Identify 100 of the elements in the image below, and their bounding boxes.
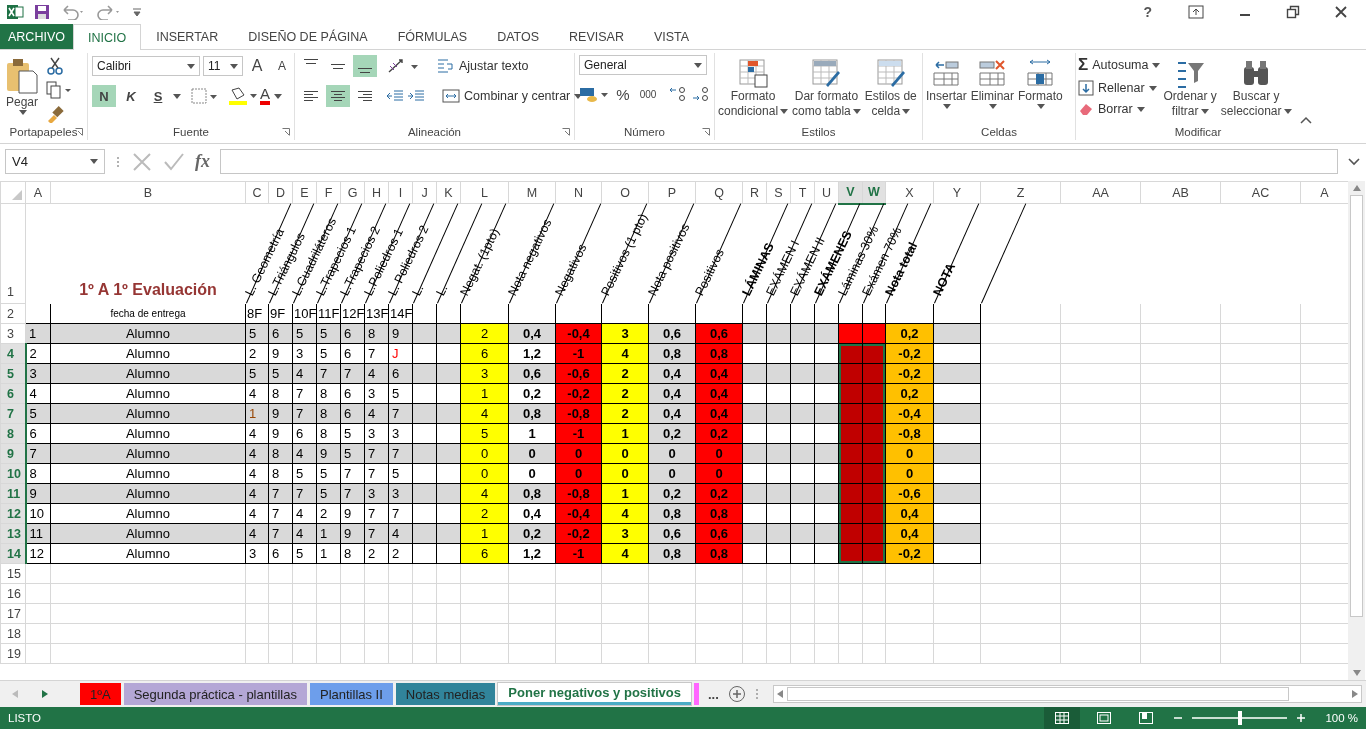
styles-button[interactable]: Formato condicional <box>717 55 790 121</box>
cells-button[interactable]: Eliminar <box>969 55 1016 111</box>
new-sheet-icon[interactable] <box>727 685 746 703</box>
ribbon-tab[interactable]: REVISAR <box>554 24 639 49</box>
column-header[interactable]: Q <box>695 181 743 204</box>
row-header[interactable]: 14 <box>0 543 26 564</box>
dialog-launcher-icon[interactable] <box>75 128 83 136</box>
row-header[interactable]: 16 <box>0 583 26 604</box>
font-style-button[interactable]: S <box>146 85 170 107</box>
column-header[interactable]: A <box>25 181 51 204</box>
customize-caret-icon[interactable] <box>132 6 142 18</box>
expand-formula-icon[interactable] <box>1348 157 1360 166</box>
save-icon[interactable] <box>34 4 50 20</box>
editing-button[interactable]: Borrar <box>1078 101 1161 117</box>
shrink-font-button[interactable]: A <box>271 55 293 77</box>
dialog-launcher-icon[interactable] <box>702 128 710 136</box>
wrap-text-button[interactable]: Ajustar texto <box>437 58 529 74</box>
format-painter-icon[interactable] <box>46 105 64 123</box>
horizontal-align-button[interactable] <box>326 85 350 107</box>
font-size-dropdown[interactable]: 11 <box>203 56 243 76</box>
row-header[interactable]: 5 <box>0 363 26 384</box>
name-box[interactable]: V4 <box>5 149 105 174</box>
row-header[interactable]: 4 <box>0 343 26 364</box>
sheet-tab[interactable]: 1ºA <box>80 683 121 705</box>
row-header[interactable]: 10 <box>0 463 26 484</box>
column-header[interactable]: I <box>388 181 413 204</box>
row-header[interactable]: 8 <box>0 423 26 444</box>
ribbon-tab[interactable]: DATOS <box>482 24 555 49</box>
font-style-button[interactable]: K <box>119 85 143 107</box>
vertical-scrollbar[interactable] <box>1348 181 1365 680</box>
column-header[interactable]: A <box>1300 181 1348 204</box>
horizontal-scrollbar[interactable] <box>772 685 1362 703</box>
sheet-tab[interactable]: Segunda práctica - plantillas <box>123 683 307 705</box>
column-header[interactable]: M <box>508 181 556 204</box>
undo-icon[interactable] <box>60 4 86 20</box>
borders-icon[interactable] <box>190 87 218 105</box>
font-color-button[interactable]: A <box>260 85 282 107</box>
column-header[interactable]: D <box>268 181 293 204</box>
enter-check-icon[interactable] <box>163 151 185 172</box>
decrease-decimal-icon[interactable] <box>691 85 711 103</box>
column-header[interactable]: X <box>885 181 934 204</box>
column-header[interactable]: W <box>862 181 886 204</box>
column-header[interactable]: P <box>648 181 696 204</box>
scroll-up-icon[interactable] <box>1352 185 1361 191</box>
font-style-button[interactable]: N <box>92 85 116 107</box>
sheet-tab[interactable]: Plantillas II <box>310 683 393 705</box>
paste-button[interactable]: Pegar <box>4 55 40 117</box>
restore-icon[interactable] <box>1286 5 1300 19</box>
more-sheets-button[interactable]: ... <box>702 683 725 705</box>
row-header[interactable]: 18 <box>0 623 26 644</box>
dialog-launcher-icon[interactable] <box>562 128 570 136</box>
cut-icon[interactable] <box>46 57 64 75</box>
cells-button[interactable]: Insertar <box>925 55 968 111</box>
insert-function-button[interactable]: fx <box>195 151 210 172</box>
row-header[interactable]: 7 <box>0 403 26 424</box>
row-header[interactable]: 12 <box>0 503 26 524</box>
column-header[interactable]: H <box>364 181 389 204</box>
increase-decimal-icon[interactable] <box>668 85 688 103</box>
currency-icon[interactable] <box>579 85 609 103</box>
ribbon-tab[interactable]: INSERTAR <box>141 24 234 49</box>
ribbon-display-icon[interactable] <box>1188 5 1204 19</box>
ribbon-tab[interactable]: INICIO <box>72 24 142 50</box>
scroll-right-icon[interactable] <box>1352 690 1358 698</box>
thousands-button[interactable]: 000 <box>637 83 659 105</box>
copy-icon[interactable] <box>46 81 72 99</box>
editing-big-button[interactable]: Ordenar y filtrar <box>1162 55 1218 121</box>
editing-button[interactable]: Σ Autosuma <box>1078 55 1161 75</box>
row-header[interactable]: 11 <box>0 483 26 504</box>
increase-indent-icon[interactable] <box>407 88 425 104</box>
row-header[interactable]: 9 <box>0 443 26 464</box>
zoom-in-icon[interactable] <box>1297 714 1306 722</box>
ribbon-tab[interactable]: DISEÑO DE PÁGINA <box>233 24 383 49</box>
font-family-dropdown[interactable]: Calibri <box>92 56 200 76</box>
normal-view-button[interactable] <box>1044 707 1081 729</box>
column-header[interactable]: L <box>460 181 509 204</box>
editing-big-button[interactable]: Buscar y seleccionar <box>1219 55 1293 121</box>
column-header[interactable]: V <box>838 181 863 204</box>
column-header[interactable]: B <box>50 181 246 204</box>
row-header[interactable]: 19 <box>0 643 26 664</box>
column-header[interactable]: J <box>412 181 437 204</box>
zoom-out-icon[interactable] <box>1174 714 1183 722</box>
row-header[interactable]: 13 <box>0 523 26 544</box>
column-header[interactable]: AA <box>1060 181 1141 204</box>
column-header[interactable]: G <box>340 181 365 204</box>
next-sheet-icon[interactable] <box>42 690 48 698</box>
row-header[interactable]: 1 <box>0 203 26 304</box>
decrease-indent-icon[interactable] <box>386 88 404 104</box>
text-orientation-icon[interactable] <box>386 57 420 75</box>
close-icon[interactable] <box>1334 5 1348 19</box>
cells-button[interactable]: Formato <box>1017 55 1064 111</box>
column-header[interactable]: N <box>555 181 602 204</box>
column-header[interactable]: C <box>245 181 269 204</box>
file-tab[interactable]: ARCHIVO <box>0 24 73 49</box>
grow-font-button[interactable]: A <box>246 55 268 77</box>
column-header[interactable]: U <box>814 181 839 204</box>
vertical-align-button[interactable] <box>353 55 377 77</box>
number-format-dropdown[interactable]: General <box>579 55 707 75</box>
dialog-launcher-icon[interactable] <box>282 128 290 136</box>
column-header[interactable]: S <box>766 181 791 204</box>
column-header[interactable]: K <box>436 181 461 204</box>
